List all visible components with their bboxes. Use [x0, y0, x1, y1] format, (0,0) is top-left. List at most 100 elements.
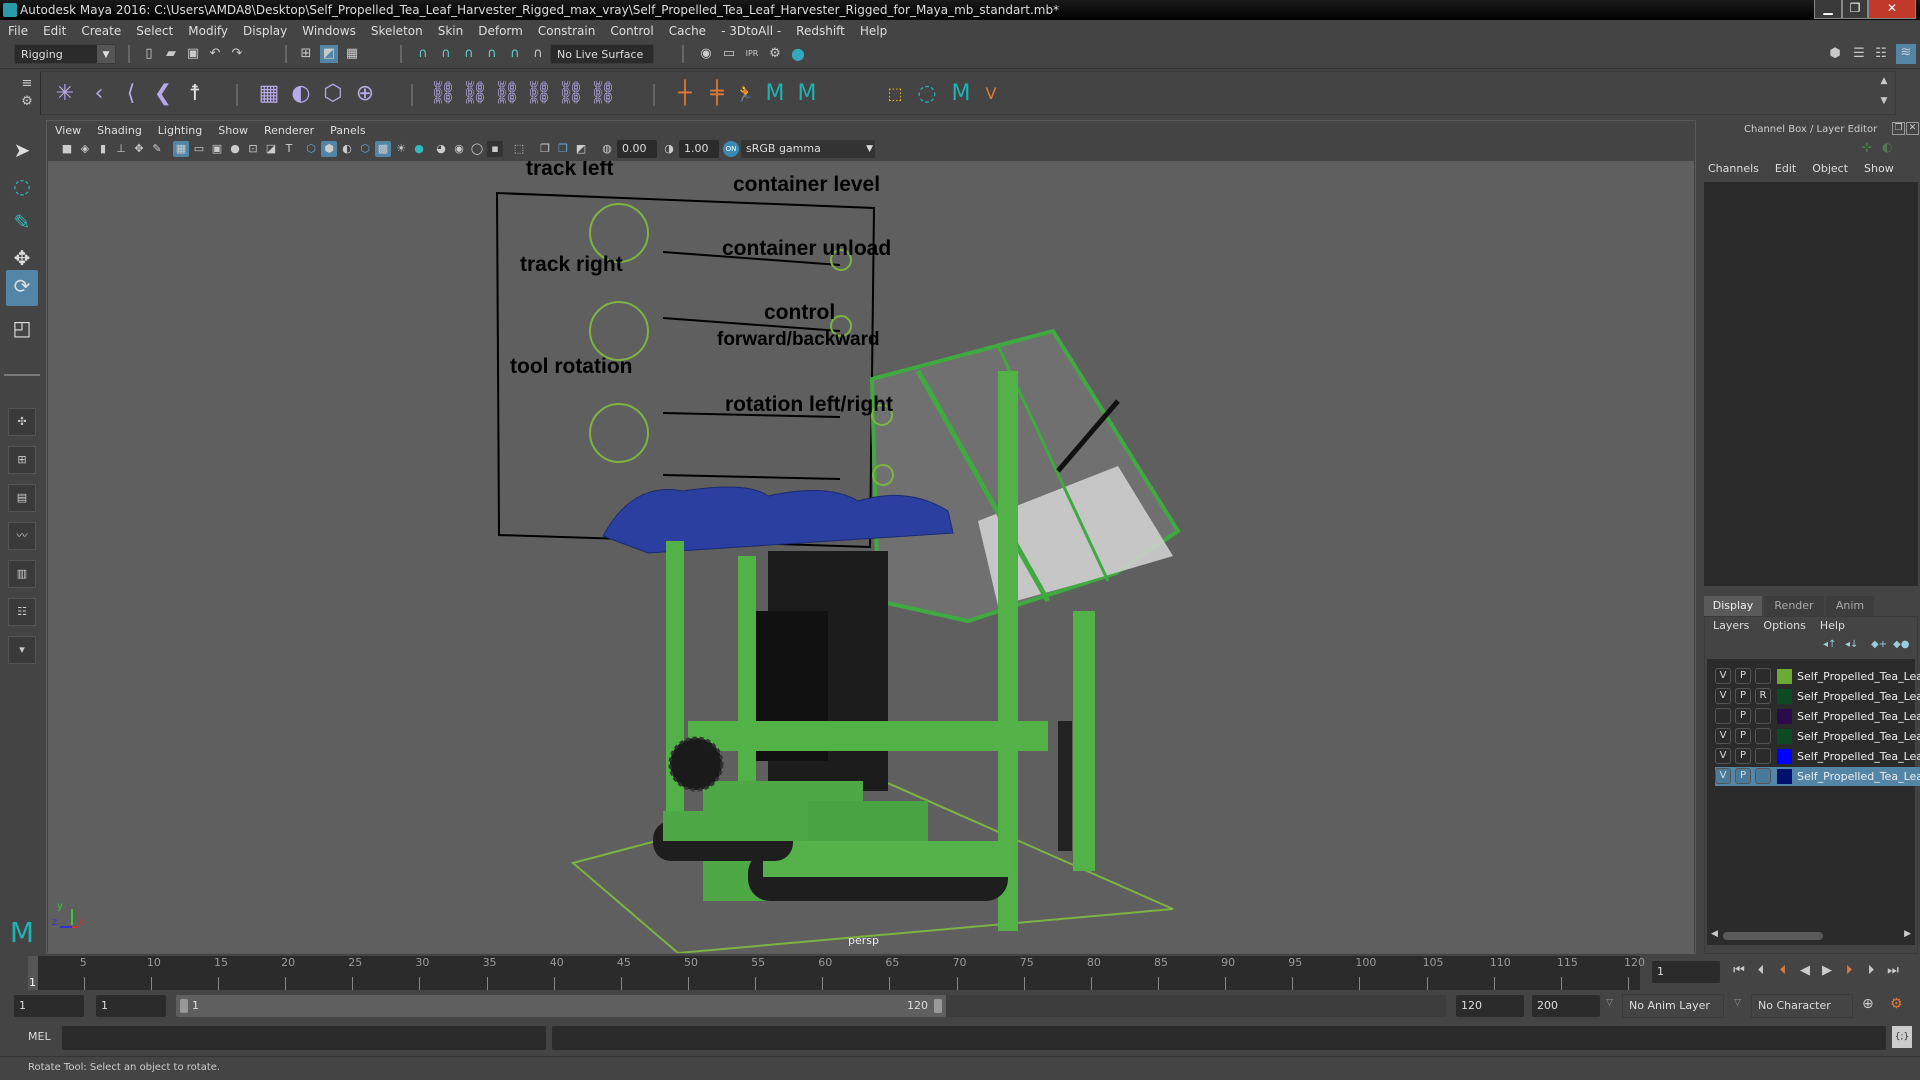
- ik-spline-icon[interactable]: ⟨: [117, 80, 145, 108]
- bind-skin-icon[interactable]: ▦: [255, 80, 283, 108]
- layer-name[interactable]: Self_Propelled_Tea_Leaf_Harvester: [1797, 727, 1920, 746]
- open-scene-icon[interactable]: ▰: [162, 45, 180, 63]
- point-constraint-icon[interactable]: ⛓: [461, 80, 489, 108]
- screen-space-ao-icon[interactable]: ◕: [433, 141, 449, 157]
- playback-range-slider[interactable]: 1 120: [176, 995, 946, 1017]
- menu-modify[interactable]: Modify: [188, 24, 228, 38]
- exposure-field[interactable]: 0.00: [617, 140, 657, 158]
- step-back-frame-icon[interactable]: ⏴: [1752, 962, 1770, 980]
- panel-menu-view[interactable]: View: [55, 124, 81, 137]
- layer-visibility-toggle[interactable]: V: [1715, 748, 1731, 764]
- annotate-icon[interactable]: ╪: [703, 80, 731, 108]
- textured-icon[interactable]: ▩: [375, 141, 391, 157]
- layer-reference-toggle[interactable]: [1755, 768, 1771, 784]
- range-start-handle[interactable]: [180, 999, 188, 1013]
- layer-reference-toggle[interactable]: [1755, 728, 1771, 744]
- layer-playback-toggle[interactable]: P: [1735, 708, 1751, 724]
- menu-help[interactable]: Help: [860, 24, 887, 38]
- time-ruler[interactable]: 1 5 10 15 20 25 30 35 40 45 50 55 60 65 70 75 80 85 90 95 1…: [28, 956, 1645, 990]
- layer-color-swatch[interactable]: [1777, 689, 1792, 704]
- play-forwards-icon[interactable]: ▶: [1818, 962, 1836, 980]
- panel-menu-shading[interactable]: Shading: [97, 124, 142, 137]
- ipr-render-icon[interactable]: IPR: [743, 45, 761, 63]
- panel-menu-lighting[interactable]: Lighting: [158, 124, 202, 137]
- channel-menu-channels[interactable]: Channels: [1708, 162, 1759, 175]
- command-input[interactable]: [62, 1026, 546, 1050]
- grease-pencil-icon[interactable]: ✎: [149, 141, 165, 157]
- persp-graph-outliner-layout-icon[interactable]: ☷: [8, 598, 36, 626]
- xray-active-icon[interactable]: ❐: [555, 141, 571, 157]
- layer-visibility-toggle[interactable]: V: [1715, 668, 1731, 684]
- layer-name[interactable]: Self_Propelled_Tea_Leaf_Harvester: [1797, 767, 1920, 786]
- auto-key-icon[interactable]: ⊕: [1862, 996, 1874, 1012]
- sculpt-icon[interactable]: ◌: [913, 80, 941, 108]
- move-layer-down-icon[interactable]: ◂↓: [1845, 639, 1858, 650]
- tab-display[interactable]: Display: [1704, 596, 1762, 616]
- xray-joints-icon[interactable]: ◩: [573, 141, 589, 157]
- aim-constraint-icon[interactable]: ⛓: [557, 80, 585, 108]
- rotation-left-right-slider-handle[interactable]: [872, 464, 894, 486]
- layer-row[interactable]: VP Self_Propelled_Tea_Leaf_Harvester: [1715, 667, 1920, 686]
- scroll-right-icon[interactable]: ▶: [1904, 929, 1911, 939]
- menu-cache[interactable]: Cache: [669, 24, 706, 38]
- layer-playback-toggle[interactable]: P: [1735, 688, 1751, 704]
- scrollbar-thumb[interactable]: [1723, 932, 1823, 940]
- depth-of-field-icon[interactable]: ▪: [487, 141, 503, 157]
- snap-view-plane-icon[interactable]: ∩: [483, 45, 501, 63]
- select-tool-icon[interactable]: ➤: [6, 134, 38, 166]
- animation-preferences-icon[interactable]: ⚙: [1890, 996, 1903, 1012]
- scale-constraint-icon[interactable]: ⛓: [525, 80, 553, 108]
- color-space-dropdown[interactable]: sRGB gamma ▼: [741, 140, 875, 158]
- select-component-icon[interactable]: ▦: [343, 45, 361, 63]
- restore-button[interactable]: ❐: [1842, 0, 1868, 19]
- locator-icon[interactable]: ┼: [671, 80, 699, 108]
- menu-display[interactable]: Display: [243, 24, 287, 38]
- float-panel-icon[interactable]: ❐: [1892, 122, 1905, 135]
- close-panel-icon[interactable]: ✕: [1906, 122, 1919, 135]
- layer-visibility-toggle[interactable]: V: [1715, 688, 1731, 704]
- single-pane-layout-icon[interactable]: ✣: [8, 408, 36, 436]
- ik-handle-icon[interactable]: ‹: [85, 80, 113, 108]
- play-backwards-icon[interactable]: ◀: [1796, 962, 1814, 980]
- motion-blur-icon[interactable]: ◉: [451, 141, 467, 157]
- camera-attributes-icon[interactable]: ◈: [77, 141, 93, 157]
- wireframe-icon[interactable]: ⬡: [303, 141, 319, 157]
- snap-grid-icon[interactable]: ∩: [414, 45, 432, 63]
- render-settings-icon[interactable]: ⚙: [766, 45, 784, 63]
- hypershade-layout-icon[interactable]: ▥: [8, 560, 36, 588]
- redo-icon[interactable]: ↷: [228, 45, 246, 63]
- range-end-handle[interactable]: [934, 999, 942, 1013]
- menu-create[interactable]: Create: [81, 24, 121, 38]
- lattice-icon[interactable]: ⬡: [319, 80, 347, 108]
- playback-start-field[interactable]: 1: [96, 995, 166, 1017]
- v-tool-icon[interactable]: V: [977, 80, 1005, 108]
- menu-skin[interactable]: Skin: [438, 24, 464, 38]
- menu-skeleton[interactable]: Skeleton: [371, 24, 423, 38]
- character-set-chevron-icon[interactable]: ▽: [1734, 998, 1741, 1008]
- select-hierarchy-icon[interactable]: ⊞: [297, 45, 315, 63]
- maya-icon-3[interactable]: M: [947, 80, 975, 108]
- film-gate-icon[interactable]: ▭: [191, 141, 207, 157]
- render-view-icon[interactable]: ◉: [697, 45, 715, 63]
- layer-row[interactable]: VP Self_Propelled_Tea_Leaf_Harvester: [1715, 747, 1920, 766]
- safe-action-icon[interactable]: ◪: [263, 141, 279, 157]
- go-to-end-icon[interactable]: ⏭: [1884, 962, 1902, 980]
- humanik-icon[interactable]: ☨: [181, 80, 209, 108]
- grid-icon[interactable]: ▦: [173, 141, 189, 157]
- gamma-icon[interactable]: ◑: [661, 141, 677, 157]
- use-all-lights-icon[interactable]: ☀: [393, 141, 409, 157]
- parent-constraint-icon[interactable]: ⛓: [429, 80, 457, 108]
- playback-end-field[interactable]: 120: [1456, 995, 1524, 1017]
- outliner-persp-layout-icon[interactable]: ▤: [8, 484, 36, 512]
- menuset-dropdown[interactable]: Rigging ▼: [14, 44, 116, 64]
- layer-reference-toggle[interactable]: [1755, 668, 1771, 684]
- xray-icon[interactable]: ❐: [537, 141, 553, 157]
- character-set-dropdown[interactable]: No Character Set: [1751, 994, 1853, 1034]
- script-editor-icon[interactable]: {;}: [1892, 1026, 1912, 1048]
- layer-playback-toggle[interactable]: P: [1735, 748, 1751, 764]
- tool-rotation-dial-control[interactable]: [589, 403, 649, 463]
- start-time-field[interactable]: 1: [14, 995, 84, 1017]
- exposure-icon[interactable]: ◍: [599, 141, 615, 157]
- smooth-shade-icon[interactable]: ⬢: [321, 141, 337, 157]
- 3d-viewport[interactable]: track left track right tool rotation con…: [48, 161, 1694, 953]
